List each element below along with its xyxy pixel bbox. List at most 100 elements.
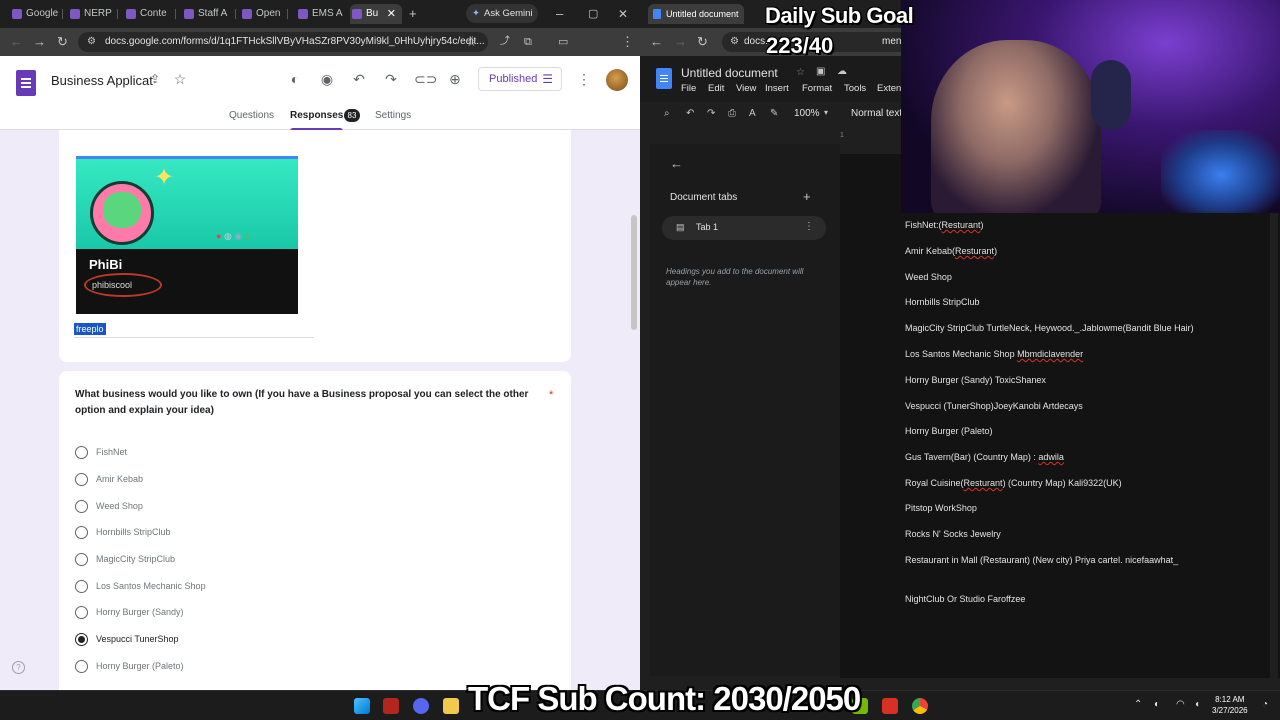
chrome-icon[interactable] — [912, 698, 928, 714]
browser-tab-active[interactable]: Untitled document — [648, 4, 744, 24]
palette-icon[interactable]: ◐ — [286, 70, 304, 88]
back-arrow-icon[interactable]: ← — [670, 156, 683, 171]
link-icon[interactable]: ⊂⊃ — [414, 70, 437, 88]
radio-icon[interactable] — [75, 580, 88, 593]
browser-tab[interactable]: NERP — [68, 4, 114, 24]
menu-insert[interactable]: Insert — [765, 83, 789, 94]
page-scrollbar[interactable] — [631, 215, 637, 330]
star-icon[interactable]: ☆ — [171, 70, 189, 88]
volume-icon[interactable]: ◖ — [1194, 699, 1200, 710]
close-tab-icon[interactable]: ✕ — [387, 4, 396, 24]
cast-icon[interactable]: ▭ — [558, 34, 568, 50]
misspelled-word[interactable]: adwila — [1038, 452, 1064, 462]
google-forms-logo-icon[interactable] — [16, 70, 36, 96]
tray-app-icon[interactable]: ◐ — [1154, 699, 1160, 710]
spellcheck-icon[interactable]: A — [749, 108, 756, 119]
google-docs-logo-icon[interactable] — [656, 68, 672, 89]
menu-file[interactable]: File — [681, 83, 696, 94]
radio-selected-icon[interactable] — [75, 633, 88, 646]
redo-icon[interactable]: ↷ — [707, 108, 715, 119]
file-explorer-icon[interactable] — [443, 698, 459, 714]
menu-tools[interactable]: Tools — [844, 83, 866, 94]
doc-tab-1[interactable]: ▤ Tab 1 ⋮ — [662, 216, 826, 240]
doc-line[interactable]: NightClub Or Studio Faroffzee — [905, 594, 1025, 604]
forward-icon[interactable]: → — [33, 34, 46, 50]
maximize-icon[interactable]: ▢ — [588, 6, 598, 22]
doc-line[interactable]: Horny Burger (Sandy) ToxicShanex — [905, 375, 1046, 385]
app-icon[interactable] — [882, 698, 898, 714]
menu-edit[interactable]: Edit — [708, 83, 724, 94]
answer-text-selected[interactable]: freeplo — [74, 323, 106, 335]
clock[interactable]: 8:12 AM 3/27/2026 — [1212, 694, 1248, 716]
undo-icon[interactable]: ↶ — [350, 70, 368, 88]
start-icon[interactable] — [354, 698, 370, 714]
published-button[interactable]: Published ☰ — [478, 67, 562, 91]
misspelled-word[interactable]: Resturant — [964, 478, 1003, 488]
browser-tab[interactable]: Conte — [124, 4, 172, 24]
forward-icon[interactable]: → — [674, 34, 687, 50]
browser-tab[interactable]: Staff A — [182, 4, 232, 24]
radio-icon[interactable] — [75, 500, 88, 513]
paint-format-icon[interactable]: ✎ — [770, 108, 778, 119]
close-window-icon[interactable]: ✕ — [618, 6, 628, 22]
star-icon[interactable]: ☆ — [796, 67, 805, 78]
tab-options-icon[interactable]: ⋮ — [804, 221, 814, 232]
bookmark-star-icon[interactable]: ☆ — [466, 34, 477, 50]
doc-line[interactable]: Restaurant in Mall (Restaurant) (New cit… — [905, 555, 1178, 565]
doc-line[interactable]: Rocks N' Socks Jewelry — [905, 529, 1001, 539]
menu-format[interactable]: Format — [802, 83, 832, 94]
tab-responses[interactable]: Responses — [290, 110, 344, 131]
misspelled-word[interactable]: Resturant — [955, 246, 994, 256]
discord-icon[interactable] — [413, 698, 429, 714]
print-icon[interactable]: ⎙ — [728, 108, 736, 119]
misspelled-word[interactable]: Resturant — [942, 220, 981, 230]
extensions-icon[interactable]: ⧉ — [524, 34, 532, 50]
radio-icon[interactable] — [75, 660, 88, 673]
doc-line[interactable]: Los Santos Mechanic Shop Mbmdiclavender — [905, 349, 1083, 359]
doc-line[interactable]: FishNet:(Resturant) — [905, 220, 984, 230]
move-folder-icon[interactable]: ▣ — [816, 66, 825, 77]
radio-icon[interactable] — [75, 526, 88, 539]
menu-view[interactable]: View — [736, 83, 756, 94]
browser-tab[interactable]: Google — [10, 4, 60, 24]
browser-menu-icon[interactable]: ⋮ — [621, 34, 634, 50]
add-tab-icon[interactable]: + — [803, 189, 811, 204]
radio-icon[interactable] — [75, 606, 88, 619]
help-icon[interactable]: ? — [12, 661, 25, 674]
minimize-icon[interactable]: – — [556, 6, 563, 22]
undo-icon[interactable]: ↶ — [686, 108, 694, 119]
preview-eye-icon[interactable]: ◉ — [318, 70, 336, 88]
move-to-folder-icon[interactable]: ⇪ — [146, 70, 164, 88]
share-icon[interactable]: ⤴ — [500, 34, 510, 50]
browser-tab[interactable]: EMS A — [296, 4, 344, 24]
notification-icon[interactable]: ◔ — [1262, 699, 1268, 710]
more-options-icon[interactable]: ⋮ — [575, 70, 593, 88]
doc-scrollbar[interactable] — [1270, 154, 1278, 678]
reload-icon[interactable]: ↻ — [697, 34, 708, 50]
doc-line[interactable]: Pitstop WorkShop — [905, 503, 977, 513]
wifi-icon[interactable]: ◠ — [1176, 699, 1185, 710]
misspelled-word[interactable]: Mbmdiclavender — [1017, 349, 1083, 359]
radio-icon[interactable] — [75, 553, 88, 566]
doc-line[interactable]: Hornbills StripClub — [905, 297, 980, 307]
back-icon[interactable]: ← — [650, 34, 663, 50]
radio-icon[interactable] — [75, 446, 88, 459]
search-icon[interactable]: ⌕ — [664, 108, 670, 119]
doc-line[interactable]: MagicCity StripClub TurtleNeck, Heywood.… — [905, 323, 1194, 333]
tray-chevron-icon[interactable]: ⌃ — [1134, 699, 1142, 710]
redo-icon[interactable]: ↷ — [382, 70, 400, 88]
browser-tab-active[interactable]: Bu ✕ — [350, 4, 402, 24]
doc-line[interactable]: Royal Cuisine(Resturant) (Country Map) K… — [905, 478, 1122, 488]
form-title[interactable]: Business Applicat — [51, 73, 153, 88]
zoom-select[interactable]: 100% — [794, 108, 820, 119]
browser-tab[interactable]: Open — [240, 4, 282, 24]
paragraph-style-select[interactable]: Normal text — [851, 108, 902, 119]
reload-icon[interactable]: ↻ — [57, 34, 68, 50]
menu-extensions[interactable]: Exten — [877, 83, 901, 94]
back-icon[interactable]: ← — [10, 34, 23, 50]
doc-line[interactable]: Amir Kebab(Resturant) — [905, 246, 997, 256]
doc-line[interactable]: Horny Burger (Paleto) — [905, 426, 993, 436]
doc-title[interactable]: Untitled document — [681, 66, 778, 80]
app-icon[interactable] — [383, 698, 399, 714]
url-field[interactable]: ⚙ docs.google.com/forms/d/1q1FTHckSllVByV… — [78, 32, 488, 52]
